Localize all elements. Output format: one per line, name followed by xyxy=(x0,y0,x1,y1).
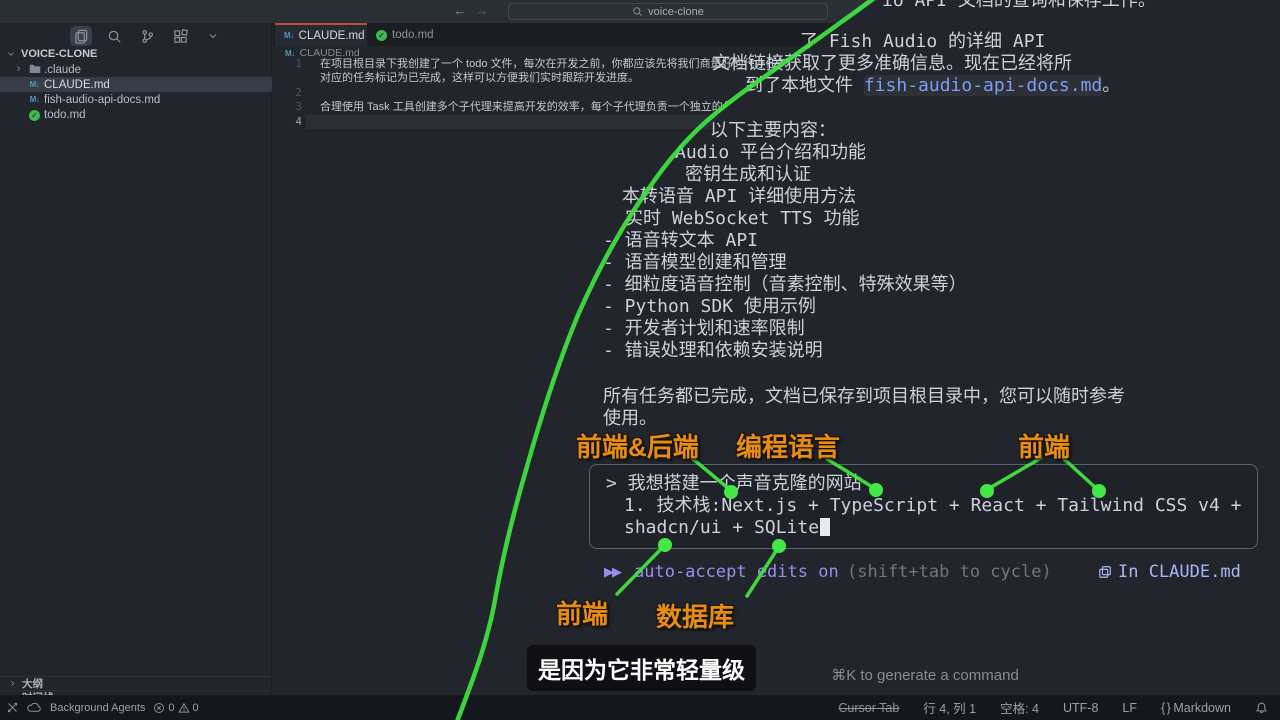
markdown-file-icon: M↓ xyxy=(28,80,41,89)
callout-language: 编程语言 xyxy=(736,427,840,464)
warning-icon xyxy=(178,702,190,714)
claude-output-line: - 开发者计划和速率限制 xyxy=(603,318,805,340)
explorer-sidebar: VOICE-CLONE .claude M↓ CLAUDE.md M↓ fish… xyxy=(0,23,272,695)
callout-fullstack: 前端&后端 xyxy=(576,427,699,464)
check-circle-icon: ✓ xyxy=(28,109,41,121)
chevron-down-icon[interactable] xyxy=(202,26,224,46)
prompt-line: > 我想搭建一个声音克隆的网站 xyxy=(606,473,862,495)
auto-accept-mode-label: auto-accept edits on xyxy=(634,561,839,583)
project-root-header[interactable]: VOICE-CLONE xyxy=(6,48,97,60)
chevron-right-icon xyxy=(14,64,23,76)
bell-icon[interactable] xyxy=(1255,701,1268,715)
copy-icon xyxy=(1098,565,1112,579)
markdown-file-icon: M↓ xyxy=(284,31,294,40)
extensions-icon[interactable] xyxy=(169,26,191,46)
text-cursor xyxy=(820,518,830,536)
video-subtitle: 是因为它非常轻量级 xyxy=(527,645,756,691)
inline-code-filename: fish-audio-api-docs.md xyxy=(864,75,1102,96)
error-icon xyxy=(153,702,165,714)
nav-forward-button[interactable]: → xyxy=(473,3,491,18)
line-col-indicator[interactable]: 行 4, 列 1 xyxy=(923,698,976,717)
line-number: 1 xyxy=(282,57,302,70)
generate-command-hint: ⌘K to generate a command xyxy=(775,666,1075,684)
folder-icon xyxy=(28,63,41,77)
background-agents-label[interactable]: Background Agents xyxy=(50,702,145,714)
file-label: todo.md xyxy=(44,109,86,121)
file-label: .claude xyxy=(44,64,81,76)
problems-indicator[interactable]: 0 0 xyxy=(153,702,198,714)
indent-indicator[interactable]: 空格: 4 xyxy=(1000,698,1039,717)
claude-output-line: 以下主要内容： xyxy=(710,120,836,142)
context-file-indicator: In CLAUDE.md xyxy=(1098,561,1241,583)
claude-output-line: 了 Fish Audio 的详细 API xyxy=(800,31,1045,53)
tab-todo-md[interactable]: ✓ todo.md xyxy=(367,23,447,46)
chevron-down-icon xyxy=(6,49,16,59)
nav-back-button[interactable]: ← xyxy=(451,3,469,18)
editor-line[interactable]: 合理使用 Task 工具创建多个子代理来提高开发的效率，每个子代理负责一个独立的… xyxy=(320,100,778,115)
project-root-label: VOICE-CLONE xyxy=(21,48,97,60)
claude-output-line: - 语音模型创建和管理 xyxy=(603,252,787,274)
language-mode-indicator[interactable]: { } Markdown xyxy=(1161,701,1231,715)
markdown-file-icon: M↓ xyxy=(28,95,41,104)
current-line-highlight xyxy=(306,115,778,129)
claude-output-line: 所有任务都已完成，文档已保存到项目根目录中，您可以随时参考 xyxy=(603,386,1125,408)
claude-output-line: 到了本地文件 fish-audio-api-docs.md。 xyxy=(745,75,1120,97)
source-control-icon[interactable] xyxy=(136,26,158,46)
search-value: voice-clone xyxy=(648,6,704,18)
line-number: 2 xyxy=(282,86,302,99)
sidebar-item-fish-audio-api-docs[interactable]: M↓ fish-audio-api-docs.md xyxy=(0,92,272,107)
callout-database: 数据库 xyxy=(656,597,734,634)
claude-output-line: io API 文档的查询和保存工作。 xyxy=(882,0,1156,12)
line-number: 3 xyxy=(282,100,302,113)
claude-output-line: 文档链接获取了更多准确信息。现在已经将所 xyxy=(712,53,1072,75)
file-label: CLAUDE.md xyxy=(44,79,110,91)
cursor-window: ← → voice-clone VOICE-CLONE .claude M↓ C… xyxy=(0,0,1280,720)
outline-label: 大纲 xyxy=(22,676,43,691)
outline-section-header[interactable]: 大纲 xyxy=(0,676,272,690)
claude-output-line: - 错误处理和依赖安装说明 xyxy=(603,340,823,362)
search-icon xyxy=(632,6,643,17)
claude-output-line: Audio 平台介绍和功能 xyxy=(675,142,866,164)
prompt-line: shadcn/ui + SQLite xyxy=(624,517,830,539)
claude-output-line: - 语音转文本 API xyxy=(603,230,758,252)
sidebar-item-todo-md[interactable]: ✓ todo.md xyxy=(0,107,272,122)
tab-label: CLAUDE.md xyxy=(299,30,365,42)
claude-output-line: - 细粒度语音控制（音素控制、特殊效果等） xyxy=(603,274,967,296)
cursor-tab-toggle[interactable]: Cursor Tab xyxy=(838,701,899,715)
chevron-right-icon xyxy=(8,679,17,688)
eol-indicator[interactable]: LF xyxy=(1122,701,1137,715)
editor-line[interactable]: 对应的任务标记为已完成，这样可以方便我们实时跟踪开发进度。 xyxy=(320,71,639,86)
sidebar-item-claude-folder[interactable]: .claude xyxy=(0,62,272,77)
callout-frontend-top: 前端 xyxy=(1018,427,1070,464)
encoding-indicator[interactable]: UTF-8 xyxy=(1063,701,1098,715)
explorer-icon[interactable] xyxy=(70,26,92,46)
sidebar-item-claude-md[interactable]: M↓ CLAUDE.md xyxy=(0,77,272,92)
context-file-label: In CLAUDE.md xyxy=(1118,562,1241,582)
tab-claude-md[interactable]: M↓ CLAUDE.md × xyxy=(275,23,367,46)
search-panel-icon[interactable] xyxy=(103,26,125,46)
callout-frontend-bottom: 前端 xyxy=(556,594,608,631)
line-number-active: 4 xyxy=(282,115,302,128)
command-center-search[interactable]: voice-clone xyxy=(508,3,828,20)
file-label: fish-audio-api-docs.md xyxy=(44,94,160,106)
claude-output-line: - Python SDK 使用示例 xyxy=(603,296,816,318)
prompt-line: 1. 技术栈:Next.js + TypeScript + React + Ta… xyxy=(624,495,1242,517)
status-bar: Background Agents 0 0 Cursor Tab 行 4, 列 … xyxy=(0,695,1280,720)
sidebar-toolbar xyxy=(70,26,224,46)
claude-output-line: 实时 WebSocket TTS 功能 xyxy=(625,208,860,230)
tab-label: todo.md xyxy=(392,29,434,41)
claude-output-line: 密钥生成和认证 xyxy=(685,164,811,186)
mode-cycle-hint: (shift+tab to cycle) xyxy=(847,561,1052,583)
auto-accept-arrows-icon: ▶▶ xyxy=(604,564,620,580)
check-circle-icon: ✓ xyxy=(376,29,387,41)
remote-window-icon[interactable] xyxy=(6,701,19,714)
cloud-icon[interactable] xyxy=(27,702,42,713)
claude-output-line: 本转语音 API 详细使用方法 xyxy=(622,186,856,208)
